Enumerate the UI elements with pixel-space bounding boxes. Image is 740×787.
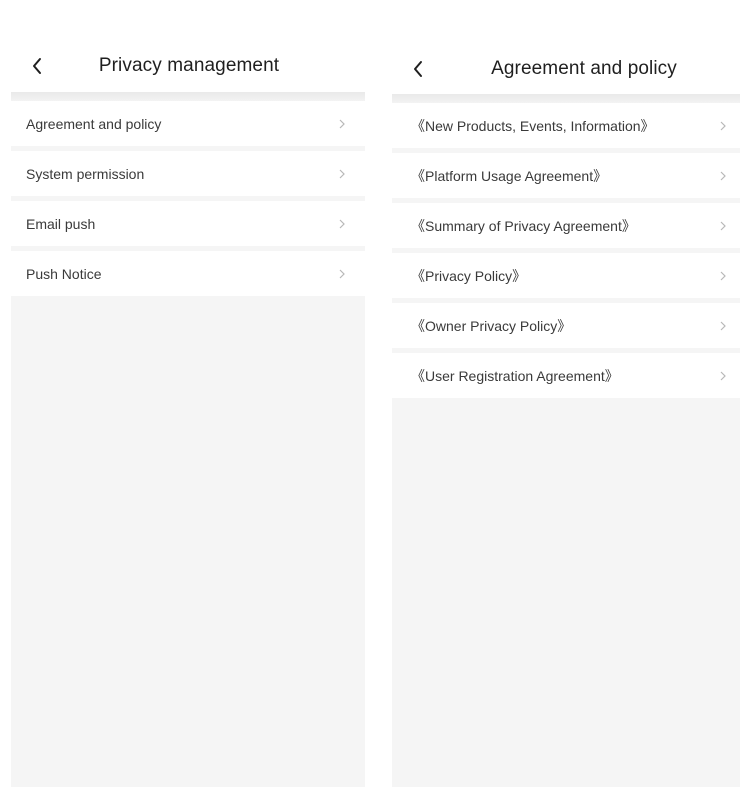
chevron-right-icon (718, 219, 728, 233)
nav-bar: Agreement and policy (392, 47, 740, 91)
chevron-right-icon (337, 167, 347, 181)
list-item-label: Agreement and policy (26, 115, 162, 132)
chevron-left-icon (414, 61, 422, 77)
chevron-left-icon (33, 58, 41, 74)
list-item-label: 《Owner Privacy Policy》 (411, 317, 572, 334)
back-button[interactable] (404, 55, 432, 83)
chevron-right-icon (718, 319, 728, 333)
list-item-label: Email push (26, 215, 96, 232)
list-item-label: 《Platform Usage Agreement》 (411, 167, 608, 184)
chevron-right-icon (337, 117, 347, 131)
privacy-management-screen: Privacy management Agreement and policy … (11, 0, 365, 787)
chevron-right-icon (337, 217, 347, 231)
chevron-right-icon (718, 169, 728, 183)
list-item-new-products-events-information[interactable]: 《New Products, Events, Information》 (392, 103, 740, 148)
nav-bar: Privacy management (11, 44, 365, 88)
chevron-right-icon (718, 369, 728, 383)
header-divider (11, 92, 365, 101)
list-item-email-push[interactable]: Email push (11, 201, 365, 246)
list-item-agreement-and-policy[interactable]: Agreement and policy (11, 101, 365, 146)
back-button[interactable] (23, 52, 51, 80)
list-item-privacy-policy[interactable]: 《Privacy Policy》 (392, 253, 740, 298)
list-item-push-notice[interactable]: Push Notice (11, 251, 365, 296)
list-item-user-registration-agreement[interactable]: 《User Registration Agreement》 (392, 353, 740, 398)
chevron-right-icon (337, 267, 347, 281)
header-divider (392, 94, 740, 103)
list-item-owner-privacy-policy[interactable]: 《Owner Privacy Policy》 (392, 303, 740, 348)
list-item-label: 《New Products, Events, Information》 (411, 117, 655, 134)
page-title: Agreement and policy (491, 58, 677, 79)
agreement-and-policy-screen: Agreement and policy 《New Products, Even… (392, 0, 740, 787)
list-item-label: 《Summary of Privacy Agreement》 (411, 217, 636, 234)
page-title: Privacy management (98, 55, 280, 76)
settings-list: Agreement and policy System permission E… (11, 101, 365, 787)
list-item-label: Push Notice (26, 265, 102, 282)
list-item-label: 《Privacy Policy》 (411, 267, 527, 284)
list-item-summary-of-privacy-agreement[interactable]: 《Summary of Privacy Agreement》 (392, 203, 740, 248)
chevron-right-icon (718, 269, 728, 283)
list-item-system-permission[interactable]: System permission (11, 151, 365, 196)
list-item-label: System permission (26, 165, 145, 182)
policy-list: 《New Products, Events, Information》 《Pla… (392, 103, 740, 787)
list-item-platform-usage-agreement[interactable]: 《Platform Usage Agreement》 (392, 153, 740, 198)
list-item-label: 《User Registration Agreement》 (411, 367, 619, 384)
chevron-right-icon (718, 119, 728, 133)
